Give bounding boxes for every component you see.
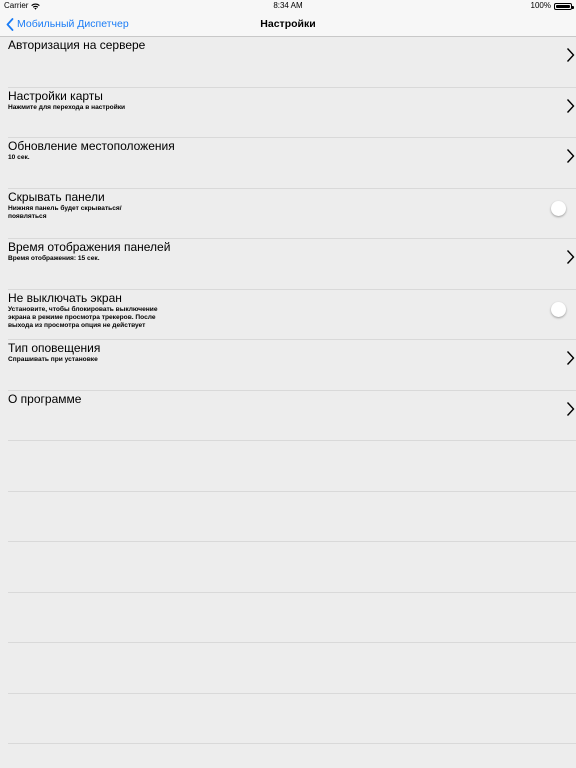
row-subtitle: 10 сек. (8, 154, 30, 161)
row-server-authorization[interactable]: Авторизация на сервере (8, 37, 576, 88)
chevron-right-icon (566, 149, 575, 163)
row-title: Не выключать экран (8, 290, 122, 305)
row-about[interactable]: О программе (8, 391, 576, 441)
row-title: Скрывать панели (8, 189, 105, 204)
row-title: Обновление местоположения (8, 139, 175, 153)
row-subtitle: Время отображения: 15 сек. (8, 255, 100, 262)
battery-percent: 100% (530, 1, 551, 10)
empty-row (8, 492, 576, 542)
keep-screen-on-toggle[interactable] (551, 301, 566, 317)
row-keep-screen-on: Не выключать экран Установите, чтобы бло… (8, 290, 576, 340)
status-bar: Carrier 8:34 AM 100% (0, 0, 576, 12)
row-title: О программе (8, 391, 82, 406)
row-notification-type[interactable]: Тип оповещения Спрашивать при установке (8, 340, 576, 391)
row-panel-display-time[interactable]: Время отображения панелей Время отображе… (8, 239, 576, 290)
row-subtitle: Спрашивать при установке (8, 356, 98, 363)
row-title: Тип оповещения (8, 341, 101, 355)
row-title: Авторизация на сервере (8, 38, 146, 52)
row-title: Время отображения панелей (8, 240, 171, 254)
row-subtitle: Нижняя панель будет скрываться/ появлять… (8, 204, 122, 220)
empty-row (8, 441, 576, 492)
empty-row (8, 694, 576, 744)
chevron-right-icon (566, 48, 575, 62)
empty-row (8, 593, 576, 643)
battery-group: 100% (530, 0, 574, 12)
hide-panels-toggle[interactable] (551, 200, 566, 216)
row-map-settings[interactable]: Настройки карты Нажмите для перехода в н… (8, 88, 576, 138)
chevron-right-icon (566, 351, 575, 365)
row-subtitle: Нажмите для перехода в настройки (8, 103, 126, 111)
row-subtitle: Установите, чтобы блокировать выключение… (8, 305, 158, 330)
row-title: Настройки карты (8, 88, 103, 103)
battery-icon (554, 2, 574, 10)
empty-row (8, 542, 576, 593)
chevron-right-icon (566, 250, 575, 264)
settings-list: Авторизация на сервере Настройки карты Н… (0, 37, 576, 744)
row-location-update[interactable]: Обновление местоположения 10 сек. (8, 138, 576, 189)
page-title: Настройки (260, 18, 316, 30)
status-time: 8:34 AM (273, 1, 303, 10)
empty-row (8, 643, 576, 694)
row-hide-panels: Скрывать панели Нижняя панель будет скры… (8, 189, 576, 239)
navigation-bar: Мобильный Диспетчер Настройки (0, 12, 576, 37)
chevron-right-icon (566, 401, 575, 416)
chevron-right-icon (566, 98, 575, 113)
